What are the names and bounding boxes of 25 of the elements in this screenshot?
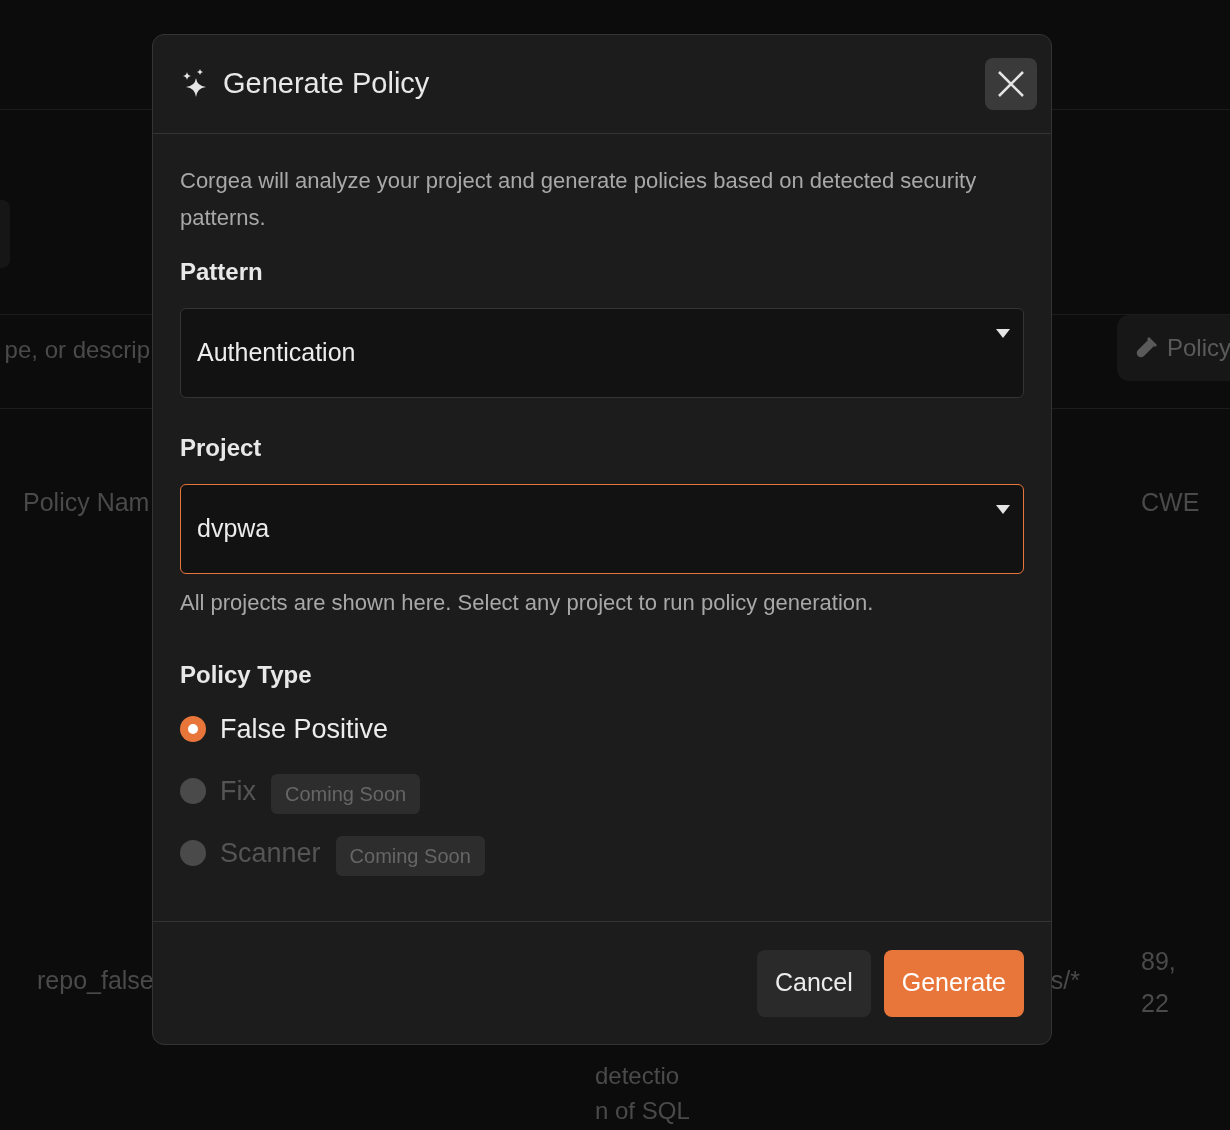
field-label: Pattern (180, 257, 264, 287)
option-label[interactable]: False Positive (220, 708, 389, 750)
option-label: Fix (220, 774, 256, 808)
table-cell-text: repo_false (37, 965, 154, 996)
column-header: CWE (1141, 487, 1200, 518)
dropdown[interactable]: Authentication (180, 308, 1024, 398)
table-cell-text: 89, 22 (1141, 946, 1176, 1019)
table-cell-text: s/* (1050, 965, 1080, 996)
caret-icon (996, 329, 1010, 338)
option-label: Scanner (220, 836, 321, 870)
close-icon (997, 70, 1025, 98)
coming-soon-badge: Coming Soon (335, 836, 485, 876)
help-text: All projects are shown here. Select any project to run policy generation. (180, 589, 875, 617)
column-header: Policy Nam (23, 487, 150, 518)
field-label: Project (180, 433, 263, 463)
coming-soon-badge: Coming Soon (271, 774, 421, 814)
caret-icon (996, 505, 1010, 514)
dialog-title: Generate Policy (223, 66, 431, 102)
radio-button[interactable] (180, 716, 206, 742)
table-cell-text: detectio n of SQL (595, 1061, 690, 1126)
field-label: Policy Type (180, 660, 313, 690)
cancel-button[interactable]: Cancel (756, 949, 871, 1017)
close-button[interactable] (985, 58, 1037, 110)
dialog-description: Corgea will analyze your project and generate policies based on detected security patterns. (180, 167, 978, 232)
dropdown[interactable]: dvpwa (180, 484, 1024, 574)
